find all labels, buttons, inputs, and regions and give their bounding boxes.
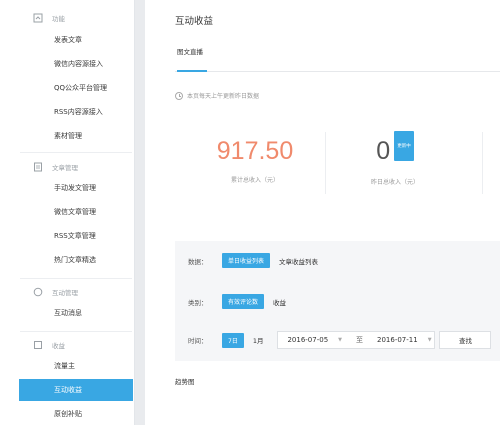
sidebar-item-traffic-master[interactable]: 流量主 <box>19 355 133 377</box>
revenue-option[interactable]: 收益 <box>273 297 286 307</box>
tab-bar: 图文直播 <box>175 38 500 72</box>
date-separator: 至 <box>356 336 364 344</box>
sidebar-section-title: 功能 <box>52 15 65 23</box>
date-start[interactable]: 2016-07-05 <box>287 336 328 344</box>
sidebar-section-title: 互动管理 <box>52 289 78 297</box>
sidebar-item-interaction-revenue[interactable]: 互动收益 <box>19 379 133 401</box>
notice-text: 本页每天上午更新昨日数据 <box>187 93 260 100</box>
sidebar: 功能 发表文章 微信内容源接入 QQ公众平台管理 RSS内容源接入 素材管理 文… <box>0 0 135 425</box>
sidebar-section-interaction: 互动管理 <box>0 285 135 299</box>
main-content: 互动收益 图文直播 本页每天上午更新昨日数据 917.50 累计总收入（元） 0… <box>145 0 500 425</box>
sidebar-section-title: 收益 <box>52 342 65 350</box>
sidebar-item-manual-articles[interactable]: 手动发文管理 <box>19 177 133 199</box>
yesterday-income-label: 昨日总收入（元） <box>370 179 419 187</box>
search-button[interactable]: 查找 <box>439 331 492 349</box>
sidebar-divider <box>20 152 132 153</box>
sidebar-section-revenue: 收益 <box>0 338 135 352</box>
sidebar-divider <box>20 331 132 332</box>
trend-chart-label: 趋势图 <box>175 378 195 386</box>
sidebar-item-rss-source[interactable]: RSS内容源接入 <box>19 101 133 123</box>
valid-comments-option[interactable]: 有效评论数 <box>222 294 265 309</box>
sidebar-item-wechat-articles[interactable]: 微信文章管理 <box>19 201 133 223</box>
sidebar-divider <box>20 278 132 279</box>
yesterday-income-value: 0 <box>376 137 391 165</box>
category-filter-label: 类别： <box>188 298 208 307</box>
page-title: 互动收益 <box>175 16 214 27</box>
updating-badge: 更新中 <box>394 131 414 162</box>
date-range-picker[interactable]: 2016-07-05 ▼ 至 2016-07-11 ▼ <box>277 331 436 349</box>
time-7-days-option[interactable]: 7日 <box>222 332 244 348</box>
sidebar-item-publish-article[interactable]: 发表文章 <box>19 29 133 51</box>
time-filter-label: 时间： <box>188 337 208 345</box>
yesterday-income-value-row: 0 更新中 <box>340 131 450 167</box>
filter-row-data: 数据： 单日收益列表 文章收益列表 <box>188 253 318 268</box>
function-icon <box>33 13 43 23</box>
filter-panel: 数据： 单日收益列表 文章收益列表 类别： 有效评论数 收益 时间： 7日 1月… <box>175 241 500 361</box>
sidebar-item-hot-articles[interactable]: 热门文章精选 <box>19 249 133 271</box>
total-income-value: 917.50 <box>216 137 294 165</box>
stat-total-income: 917.50 累计总收入（元） <box>205 137 305 184</box>
update-notice: 本页每天上午更新昨日数据 <box>175 91 259 100</box>
daily-revenue-list-option[interactable]: 单日收益列表 <box>222 253 271 268</box>
document-icon <box>33 162 43 172</box>
sidebar-section-title: 文章管理 <box>52 164 78 172</box>
clock-icon <box>175 91 183 100</box>
article-revenue-list-option[interactable]: 文章收益列表 <box>279 256 318 266</box>
time-1-month-option[interactable]: 1月 <box>253 335 264 345</box>
sidebar-item-materials[interactable]: 素材管理 <box>19 125 133 147</box>
sidebar-section-function: 功能 <box>0 11 135 25</box>
chevron-down-icon[interactable]: ▼ <box>428 337 432 343</box>
filter-row-category: 类别： 有效评论数 收益 <box>188 294 286 309</box>
sidebar-item-qq-platform[interactable]: QQ公众平台管理 <box>19 77 133 99</box>
total-income-label: 累计总收入（元） <box>230 177 279 184</box>
circle-icon <box>33 287 43 297</box>
stat-divider <box>325 132 326 194</box>
sidebar-item-interaction-messages[interactable]: 互动消息 <box>19 302 133 324</box>
stat-divider <box>482 132 483 194</box>
tab-active-indicator <box>177 70 207 72</box>
stat-yesterday-income: 0 更新中 昨日总收入（元） <box>340 131 450 187</box>
filter-row-time: 时间： 7日 1月 2016-07-05 ▼ 至 2016-07-11 ▼ 查找 <box>188 331 492 349</box>
sidebar-item-original-subsidy[interactable]: 原创补贴 <box>19 403 133 425</box>
chevron-down-icon[interactable]: ▼ <box>338 337 342 343</box>
square-icon <box>33 340 43 350</box>
sidebar-item-wechat-source[interactable]: 微信内容源接入 <box>19 53 133 75</box>
sidebar-section-articles: 文章管理 <box>0 160 135 174</box>
data-filter-label: 数据： <box>188 257 208 266</box>
sidebar-item-rss-articles[interactable]: RSS文章管理 <box>19 225 133 247</box>
date-end[interactable]: 2016-07-11 <box>377 336 418 344</box>
tab-graphic-live[interactable]: 图文直播 <box>177 46 203 56</box>
